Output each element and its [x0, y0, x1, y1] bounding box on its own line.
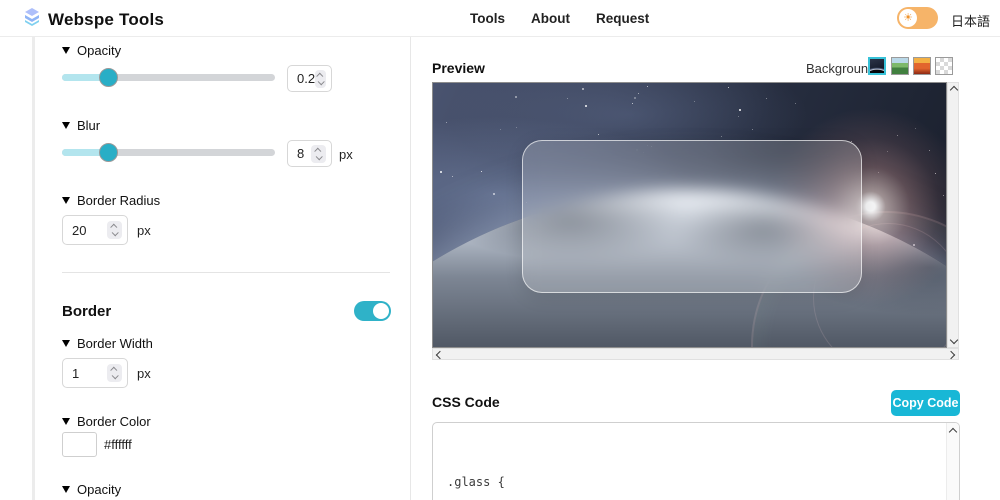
- stepper-down-icon: [111, 372, 119, 380]
- blur-stepper[interactable]: [311, 144, 326, 163]
- stepper-down-icon: [315, 152, 323, 160]
- collapse-triangle-icon: [62, 47, 70, 54]
- preview-vertical-scrollbar[interactable]: [947, 82, 959, 348]
- preview-canvas: [432, 82, 947, 348]
- app-root: #ffffff Webspe Tools Tools About Request…: [0, 0, 1000, 500]
- css-code-block[interactable]: .glass { background-color: rgba(255, 255…: [432, 422, 960, 500]
- collapse-triangle-icon: [62, 197, 70, 204]
- sun-icon: ☀: [903, 11, 913, 24]
- stepper-down-icon: [111, 229, 119, 237]
- opacity-stepper[interactable]: [315, 69, 326, 88]
- border-section-title: Border: [62, 303, 112, 320]
- border-width-unit: px: [137, 366, 151, 381]
- border-toggle[interactable]: [354, 301, 391, 321]
- border-color-label[interactable]: Border Color: [62, 414, 151, 429]
- left-panel-scrollbar[interactable]: [32, 37, 35, 500]
- blur-input[interactable]: 8: [287, 140, 332, 167]
- main-nav: Tools About Request: [470, 0, 649, 37]
- border-radius-label[interactable]: Border Radius: [62, 193, 160, 208]
- collapse-triangle-icon: [62, 418, 70, 425]
- blur-unit: px: [339, 147, 353, 162]
- border-color-swatch[interactable]: [62, 432, 97, 457]
- section-divider: [62, 272, 390, 273]
- opacity-label[interactable]: Opacity: [62, 43, 121, 58]
- background-thumb-transparent[interactable]: [935, 57, 953, 75]
- opacity-input[interactable]: 0.2: [287, 65, 332, 92]
- scroll-up-icon[interactable]: [948, 427, 958, 437]
- scroll-up-icon[interactable]: [949, 85, 958, 95]
- header: Webspe Tools Tools About Request ☀ 日本語: [0, 0, 1000, 37]
- border-radius-stepper[interactable]: [107, 221, 122, 239]
- panel-divider: [410, 37, 411, 500]
- css-code-title: CSS Code: [432, 394, 500, 410]
- collapse-triangle-icon: [62, 340, 70, 347]
- opacity-slider-thumb[interactable]: [99, 68, 118, 87]
- brand[interactable]: Webspe Tools: [22, 7, 164, 32]
- border-opacity-label[interactable]: Opacity: [62, 482, 121, 497]
- border-toggle-knob: [373, 303, 389, 319]
- collapse-triangle-icon: [62, 486, 70, 493]
- code-vertical-scrollbar[interactable]: [946, 423, 959, 500]
- nav-tools[interactable]: Tools: [470, 11, 505, 26]
- blur-label[interactable]: Blur: [62, 118, 100, 133]
- css-code-text: .glass { background-color: rgba(255, 255…: [447, 475, 505, 489]
- border-width-input[interactable]: 1: [62, 358, 128, 388]
- border-radius-input[interactable]: 20: [62, 215, 128, 245]
- opacity-slider[interactable]: [62, 68, 275, 87]
- border-color-value: #ffffff: [104, 437, 132, 452]
- collapse-triangle-icon: [62, 122, 70, 129]
- preview-title: Preview: [432, 60, 485, 76]
- logo-icon: [22, 7, 42, 32]
- background-thumb-sunset[interactable]: [913, 57, 931, 75]
- scroll-left-icon[interactable]: [435, 350, 445, 359]
- preview-horizontal-scrollbar[interactable]: [432, 348, 959, 360]
- border-radius-unit: px: [137, 223, 151, 238]
- border-width-label[interactable]: Border Width: [62, 336, 153, 351]
- glass-preview-panel: [522, 140, 862, 293]
- blur-slider[interactable]: [62, 143, 275, 162]
- background-thumb-space[interactable]: [868, 57, 886, 75]
- copy-code-button[interactable]: Copy Code: [891, 390, 960, 416]
- scroll-right-icon[interactable]: [946, 350, 956, 359]
- theme-toggle[interactable]: ☀: [897, 7, 938, 29]
- blur-slider-thumb[interactable]: [99, 143, 118, 162]
- border-width-stepper[interactable]: [107, 364, 122, 382]
- language-switch[interactable]: 日本語: [951, 11, 990, 30]
- background-thumb-nature[interactable]: [891, 57, 909, 75]
- brand-name: Webspe Tools: [48, 9, 165, 29]
- theme-toggle-knob: ☀: [899, 9, 917, 27]
- scroll-down-icon[interactable]: [949, 335, 958, 345]
- nav-about[interactable]: About: [531, 11, 570, 26]
- stepper-down-icon: [317, 77, 325, 85]
- nav-request[interactable]: Request: [596, 11, 649, 26]
